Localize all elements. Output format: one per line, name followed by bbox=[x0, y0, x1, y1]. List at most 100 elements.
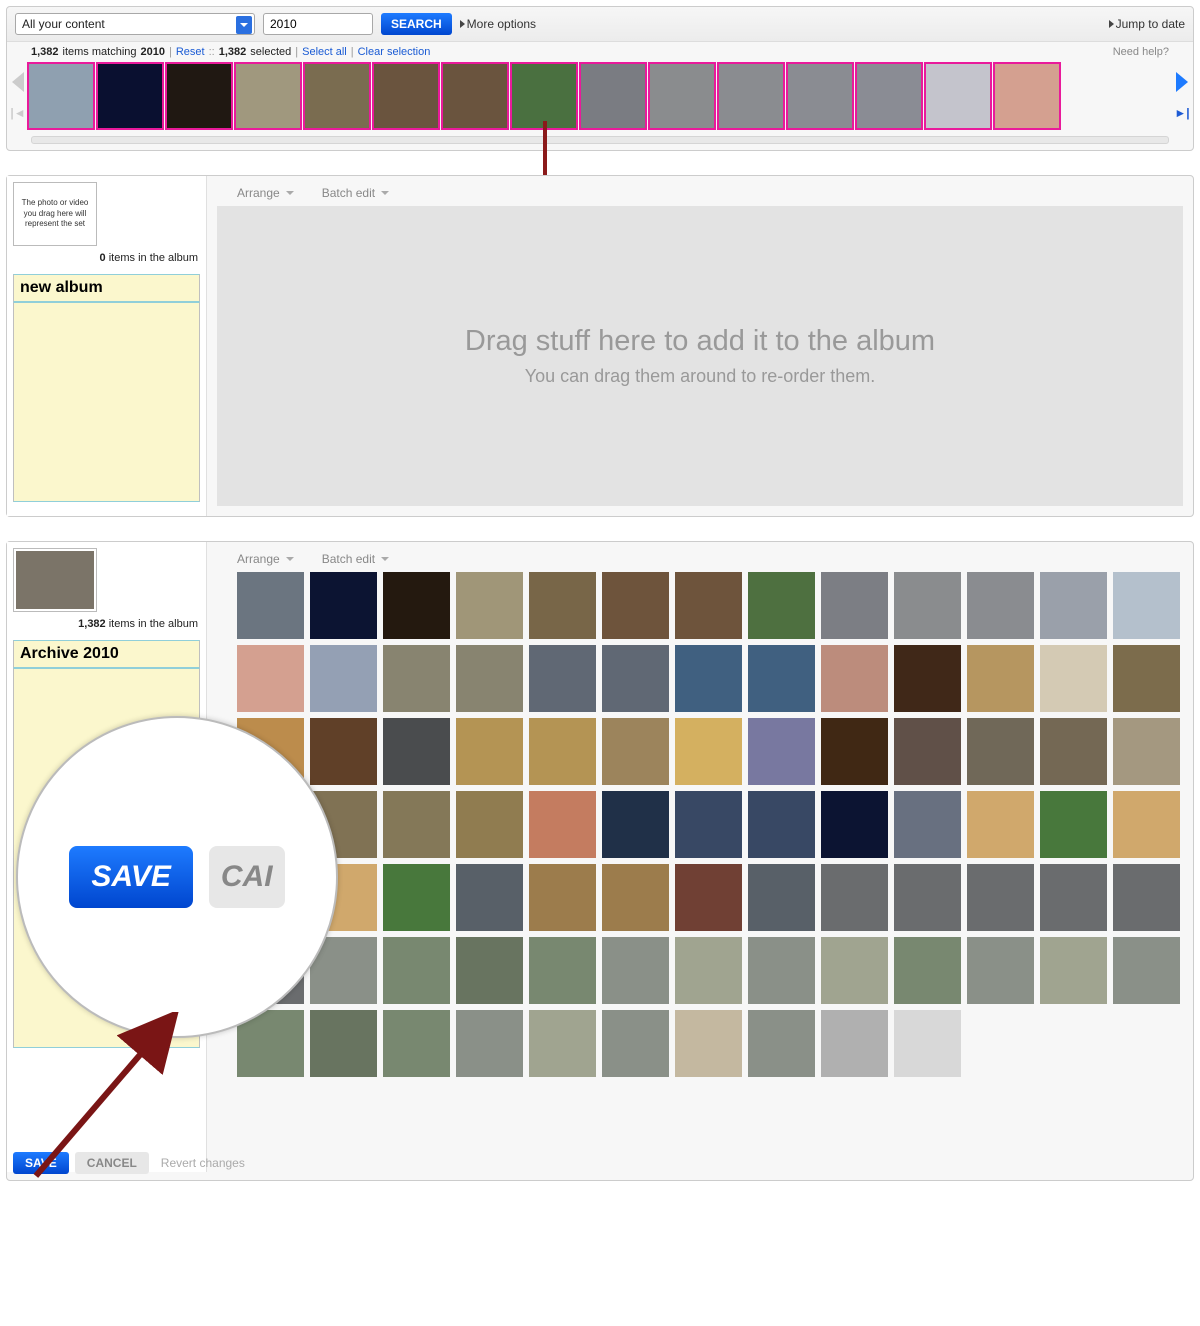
grid-photo[interactable] bbox=[456, 572, 523, 639]
revert-changes-link[interactable]: Revert changes bbox=[161, 1156, 245, 1170]
grid-photo[interactable] bbox=[602, 791, 669, 858]
grid-photo[interactable] bbox=[675, 718, 742, 785]
filmstrip-thumbs[interactable] bbox=[27, 62, 1173, 130]
grid-photo[interactable] bbox=[602, 572, 669, 639]
grid-photo[interactable] bbox=[383, 1010, 450, 1077]
grid-photo[interactable] bbox=[675, 791, 742, 858]
search-button[interactable]: SEARCH bbox=[381, 13, 452, 35]
grid-photo[interactable] bbox=[237, 645, 304, 712]
grid-photo[interactable] bbox=[821, 645, 888, 712]
grid-photo[interactable] bbox=[967, 645, 1034, 712]
grid-photo[interactable] bbox=[529, 864, 596, 931]
grid-photo[interactable] bbox=[529, 572, 596, 639]
grid-photo[interactable] bbox=[237, 572, 304, 639]
filmstrip-thumb[interactable] bbox=[993, 62, 1061, 130]
grid-photo[interactable] bbox=[383, 645, 450, 712]
grid-photo[interactable] bbox=[456, 718, 523, 785]
grid-photo[interactable] bbox=[456, 864, 523, 931]
batch-edit-menu[interactable]: Batch edit bbox=[322, 552, 389, 566]
filmstrip-thumb[interactable] bbox=[96, 62, 164, 130]
album-title-input[interactable] bbox=[13, 274, 200, 302]
grid-photo[interactable] bbox=[675, 1010, 742, 1077]
filmstrip-thumb[interactable] bbox=[234, 62, 302, 130]
grid-photo[interactable] bbox=[1113, 864, 1180, 931]
grid-photo[interactable] bbox=[748, 937, 815, 1004]
grid-photo[interactable] bbox=[967, 937, 1034, 1004]
zoom-cancel-button-partial[interactable]: CAI bbox=[209, 846, 285, 908]
grid-photo[interactable] bbox=[529, 718, 596, 785]
grid-photo[interactable] bbox=[456, 791, 523, 858]
album-description-input[interactable] bbox=[13, 302, 200, 502]
filmstrip-thumb[interactable] bbox=[303, 62, 371, 130]
grid-photo[interactable] bbox=[602, 645, 669, 712]
cancel-button[interactable]: CANCEL bbox=[75, 1152, 149, 1174]
grid-photo[interactable] bbox=[821, 937, 888, 1004]
grid-photo[interactable] bbox=[821, 791, 888, 858]
grid-photo[interactable] bbox=[894, 572, 961, 639]
filmstrip-thumb[interactable] bbox=[441, 62, 509, 130]
filmstrip-thumb[interactable] bbox=[786, 62, 854, 130]
grid-photo[interactable] bbox=[310, 645, 377, 712]
filmstrip-thumb[interactable] bbox=[579, 62, 647, 130]
filmstrip-thumb[interactable] bbox=[855, 62, 923, 130]
grid-photo[interactable] bbox=[894, 645, 961, 712]
grid-photo[interactable] bbox=[1040, 864, 1107, 931]
grid-photo[interactable] bbox=[675, 572, 742, 639]
filmstrip-thumb[interactable] bbox=[165, 62, 233, 130]
grid-photo[interactable] bbox=[967, 718, 1034, 785]
jump-to-date-toggle[interactable]: Jump to date bbox=[1109, 17, 1185, 31]
grid-photo[interactable] bbox=[456, 645, 523, 712]
more-options-toggle[interactable]: More options bbox=[460, 17, 536, 31]
grid-photo[interactable] bbox=[1113, 718, 1180, 785]
filmstrip-scrollbar[interactable] bbox=[31, 136, 1169, 144]
select-all-link[interactable]: Select all bbox=[302, 46, 347, 58]
grid-photo[interactable] bbox=[529, 1010, 596, 1077]
grid-photo[interactable] bbox=[748, 572, 815, 639]
album-cover-thumb[interactable] bbox=[13, 548, 97, 612]
zoom-save-button[interactable]: SAVE bbox=[69, 846, 192, 908]
grid-photo[interactable] bbox=[821, 864, 888, 931]
grid-photo[interactable] bbox=[529, 645, 596, 712]
grid-photo[interactable] bbox=[748, 645, 815, 712]
grid-photo[interactable] bbox=[1040, 937, 1107, 1004]
grid-photo[interactable] bbox=[894, 937, 961, 1004]
arrange-menu[interactable]: Arrange bbox=[237, 186, 294, 200]
filmstrip-thumb[interactable] bbox=[27, 62, 95, 130]
filmstrip-thumb[interactable] bbox=[924, 62, 992, 130]
scope-select[interactable]: All your content bbox=[15, 13, 255, 35]
grid-photo[interactable] bbox=[821, 572, 888, 639]
grid-photo[interactable] bbox=[894, 791, 961, 858]
grid-photo[interactable] bbox=[383, 572, 450, 639]
grid-photo[interactable] bbox=[675, 645, 742, 712]
grid-photo[interactable] bbox=[1040, 718, 1107, 785]
grid-photo[interactable] bbox=[894, 718, 961, 785]
grid-photo[interactable] bbox=[1113, 645, 1180, 712]
grid-photo[interactable] bbox=[310, 572, 377, 639]
grid-photo[interactable] bbox=[456, 1010, 523, 1077]
grid-photo[interactable] bbox=[383, 937, 450, 1004]
grid-photo[interactable] bbox=[821, 718, 888, 785]
grid-photo[interactable] bbox=[821, 1010, 888, 1077]
grid-photo[interactable] bbox=[383, 718, 450, 785]
grid-photo[interactable] bbox=[1113, 937, 1180, 1004]
grid-photo[interactable] bbox=[456, 937, 523, 1004]
grid-photo[interactable] bbox=[748, 718, 815, 785]
grid-photo[interactable] bbox=[748, 864, 815, 931]
grid-photo[interactable] bbox=[1040, 645, 1107, 712]
album-cover-dropzone[interactable]: The photo or video you drag here will re… bbox=[13, 182, 97, 246]
search-input[interactable] bbox=[263, 13, 373, 35]
grid-photo[interactable] bbox=[967, 864, 1034, 931]
arrange-menu[interactable]: Arrange bbox=[237, 552, 294, 566]
filmstrip-thumb[interactable] bbox=[510, 62, 578, 130]
grid-photo[interactable] bbox=[529, 791, 596, 858]
grid-photo[interactable] bbox=[1040, 572, 1107, 639]
album-title-input[interactable] bbox=[13, 640, 200, 668]
filmstrip-thumb[interactable] bbox=[372, 62, 440, 130]
batch-edit-menu[interactable]: Batch edit bbox=[322, 186, 389, 200]
clear-selection-link[interactable]: Clear selection bbox=[358, 46, 431, 58]
grid-photo[interactable] bbox=[894, 1010, 961, 1077]
grid-photo[interactable] bbox=[894, 864, 961, 931]
filmstrip-thumb[interactable] bbox=[717, 62, 785, 130]
grid-photo[interactable] bbox=[383, 791, 450, 858]
grid-photo[interactable] bbox=[602, 718, 669, 785]
